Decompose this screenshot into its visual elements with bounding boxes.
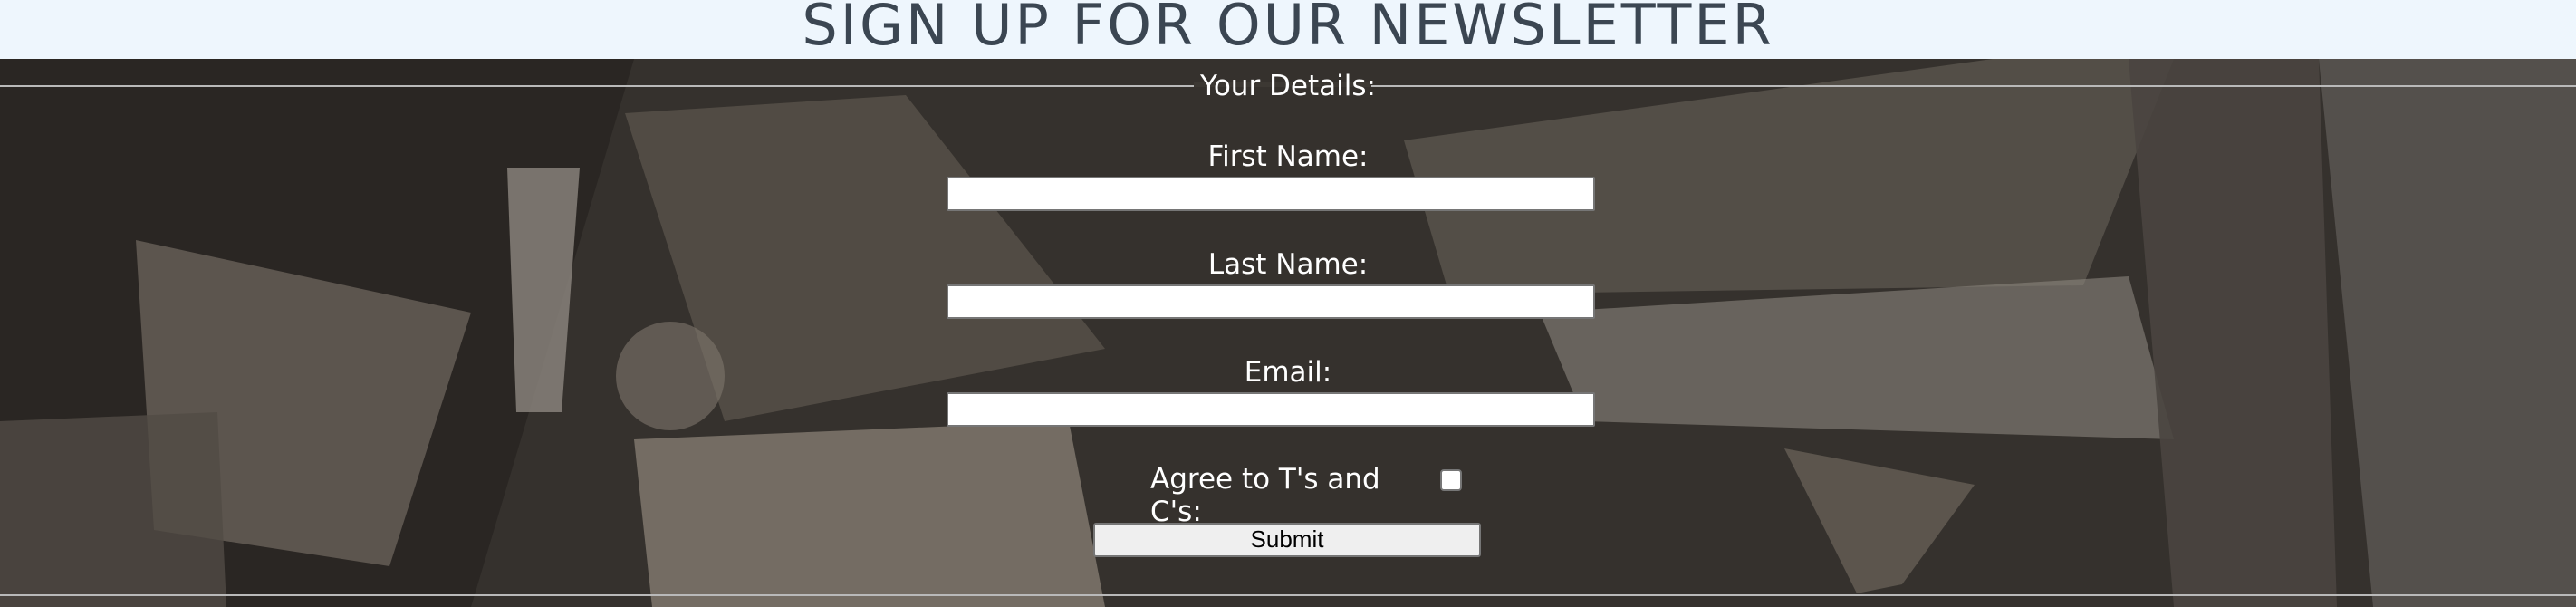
email-input[interactable] (947, 392, 1595, 427)
last-name-input[interactable] (947, 284, 1595, 319)
email-label: Email: (1244, 356, 1332, 389)
page-title: SIGN UP FOR OUR NEWSLETTER (802, 0, 1774, 58)
page-header: SIGN UP FOR OUR NEWSLETTER (0, 0, 2576, 59)
agree-terms-label: Agree to T's and C's: (1150, 463, 1380, 528)
newsletter-form-section: Your Details: First Name: Last Name: Ema… (0, 59, 2576, 607)
first-name-input[interactable] (947, 177, 1595, 211)
fieldset-bottom-border (0, 594, 2576, 596)
form-legend: Your Details: (0, 70, 2576, 102)
agree-terms-checkbox[interactable] (1440, 469, 1462, 491)
first-name-label: First Name: (1207, 140, 1369, 173)
submit-button[interactable]: Submit (1093, 523, 1481, 557)
form-legend-text: Your Details: (1200, 70, 1376, 102)
last-name-label: Last Name: (1207, 248, 1369, 281)
